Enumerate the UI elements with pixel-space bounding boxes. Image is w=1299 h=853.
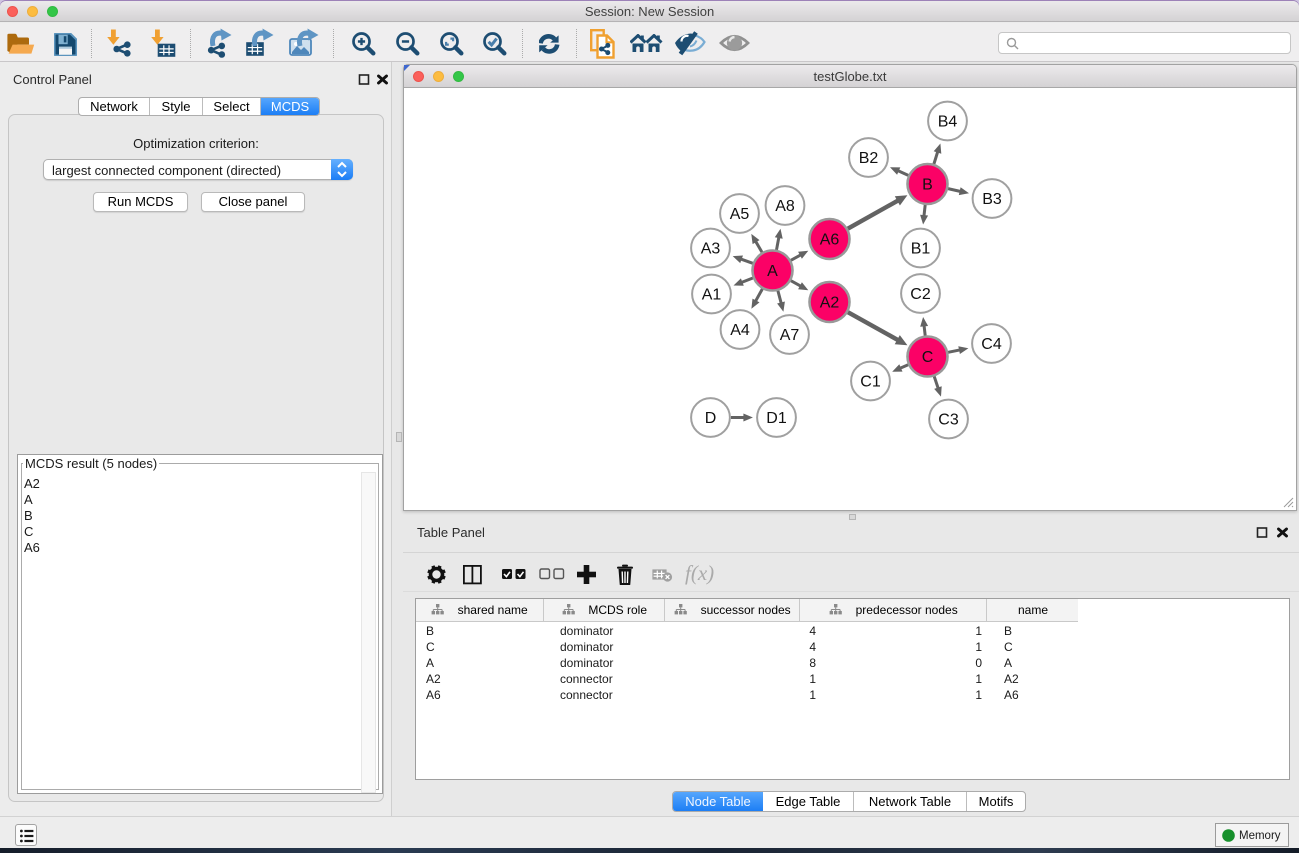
svg-text:A2: A2 <box>820 295 840 312</box>
svg-text:B3: B3 <box>982 191 1002 208</box>
svg-text:C2: C2 <box>910 286 931 303</box>
svg-text:A8: A8 <box>775 198 795 215</box>
svg-text:B2: B2 <box>859 150 879 167</box>
svg-text:C3: C3 <box>938 412 959 429</box>
svg-text:A7: A7 <box>780 327 800 344</box>
svg-text:B1: B1 <box>911 241 931 258</box>
svg-text:A4: A4 <box>730 322 750 339</box>
svg-text:B4: B4 <box>938 114 958 131</box>
svg-text:D: D <box>705 410 717 427</box>
svg-text:A: A <box>767 263 778 280</box>
svg-text:C4: C4 <box>981 336 1002 353</box>
svg-text:A3: A3 <box>701 241 721 258</box>
svg-text:A5: A5 <box>730 206 750 223</box>
svg-text:C: C <box>922 349 934 366</box>
svg-text:A6: A6 <box>820 232 840 249</box>
svg-text:A1: A1 <box>702 287 722 304</box>
svg-text:D1: D1 <box>766 410 787 427</box>
svg-text:C1: C1 <box>860 374 881 391</box>
svg-text:B: B <box>922 177 933 194</box>
